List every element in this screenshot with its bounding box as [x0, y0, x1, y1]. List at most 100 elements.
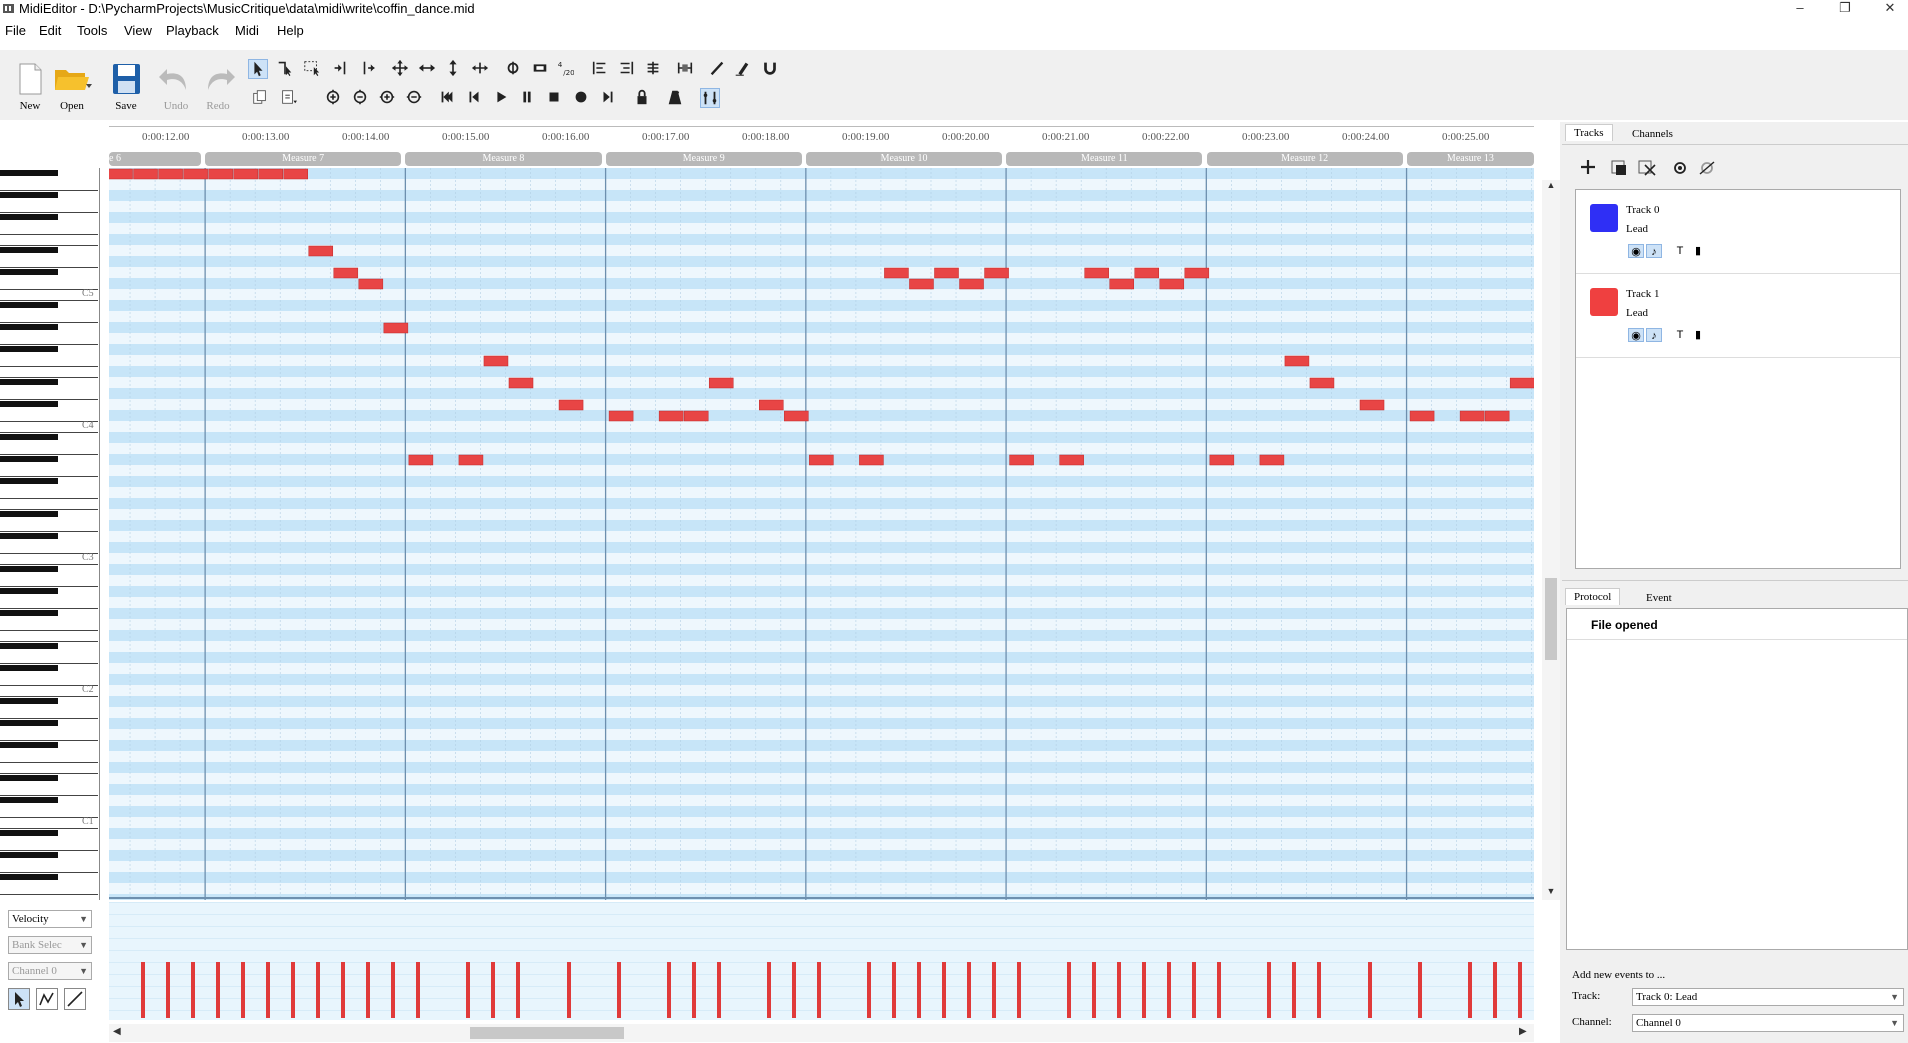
- tab-protocol[interactable]: Protocol: [1565, 588, 1621, 605]
- piano-white-key[interactable]: [0, 344, 98, 345]
- midi-note[interactable]: [1359, 399, 1385, 411]
- piano-white-key[interactable]: [0, 234, 98, 235]
- step-back-button[interactable]: [465, 88, 485, 108]
- move-vertical-button[interactable]: [444, 59, 464, 79]
- piano-black-key[interactable]: [0, 379, 58, 385]
- piano-black-key[interactable]: [0, 324, 58, 330]
- measure-label[interactable]: Measure 8: [405, 152, 602, 166]
- velocity-bar[interactable]: [1417, 962, 1422, 1018]
- velocity-bar[interactable]: [316, 962, 321, 1018]
- midi-note[interactable]: [1409, 410, 1435, 422]
- velocity-bar[interactable]: [216, 962, 221, 1018]
- minimize-button[interactable]: –: [1785, 0, 1815, 18]
- midi-note[interactable]: [984, 267, 1009, 279]
- midi-note[interactable]: [458, 454, 484, 466]
- midi-note[interactable]: [1309, 377, 1335, 389]
- measure-label[interactable]: Measure 10: [805, 152, 1003, 166]
- piano-black-key[interactable]: [0, 610, 58, 616]
- midi-note[interactable]: [408, 454, 434, 466]
- velocity-select-tool[interactable]: [8, 988, 30, 1010]
- piano-white-key[interactable]: [0, 399, 98, 400]
- play-button[interactable]: [492, 88, 512, 108]
- piano-black-key[interactable]: [0, 566, 58, 572]
- piano-white-key[interactable]: [0, 454, 98, 455]
- hide-tracks-button[interactable]: [1697, 157, 1717, 177]
- midi-note[interactable]: [258, 168, 283, 180]
- piano-black-key[interactable]: [0, 434, 58, 440]
- menu-view[interactable]: View: [124, 23, 152, 38]
- midi-note[interactable]: [1284, 355, 1310, 367]
- piano-white-key[interactable]: [0, 509, 98, 510]
- midi-note[interactable]: [1009, 454, 1034, 466]
- piano-black-key[interactable]: [0, 665, 58, 671]
- velocity-bar[interactable]: [967, 962, 972, 1018]
- magnet-button[interactable]: [761, 59, 781, 79]
- channel-select[interactable]: Channel 0 ▼: [8, 962, 92, 980]
- velocity-bar[interactable]: [791, 962, 796, 1018]
- piano-white-key[interactable]: [0, 432, 98, 433]
- piano-black-key[interactable]: [0, 775, 58, 781]
- piano-black-key[interactable]: [0, 456, 58, 462]
- piano-black-key[interactable]: [0, 742, 58, 748]
- piano-black-key[interactable]: [0, 852, 58, 858]
- horizontal-scrollbar[interactable]: ◀ ▶: [109, 1024, 1534, 1042]
- select-single-button[interactable]: [331, 59, 351, 79]
- pencil-button[interactable]: [708, 59, 728, 79]
- midi-note[interactable]: [608, 410, 634, 422]
- show-all-button[interactable]: [1610, 157, 1630, 177]
- piano-white-key[interactable]: [0, 762, 98, 763]
- tab-event[interactable]: Event: [1638, 590, 1680, 606]
- velocity-bar[interactable]: [366, 962, 371, 1018]
- visibility-eye-icon[interactable]: ◉: [1628, 244, 1644, 258]
- midi-note[interactable]: [1259, 454, 1285, 466]
- midi-note[interactable]: [1134, 267, 1160, 279]
- piano-black-key[interactable]: [0, 830, 58, 836]
- rename-icon[interactable]: T: [1672, 328, 1688, 342]
- velocity-bar[interactable]: [266, 962, 271, 1018]
- piano-white-key[interactable]: [0, 586, 98, 587]
- midi-note[interactable]: [1484, 410, 1510, 422]
- piano-white-key[interactable]: [0, 322, 98, 323]
- menu-file[interactable]: File: [5, 23, 26, 38]
- velocity-bar[interactable]: [941, 962, 946, 1018]
- piano-white-key[interactable]: [0, 850, 98, 851]
- velocity-bar[interactable]: [616, 962, 621, 1018]
- piano-white-key[interactable]: [0, 245, 98, 246]
- piano-black-key[interactable]: [0, 247, 58, 253]
- time-ruler[interactable]: 0:00:12.00 0:00:13.00 0:00:14.00 0:00:15.00…: [109, 126, 1534, 150]
- velocity-freehand-tool[interactable]: [36, 988, 58, 1010]
- speaker-icon[interactable]: ♪: [1646, 328, 1662, 342]
- midi-note[interactable]: [333, 267, 359, 279]
- align-left-button[interactable]: [591, 59, 611, 79]
- midi-note[interactable]: [1159, 278, 1185, 290]
- piano-white-key[interactable]: [0, 608, 98, 609]
- velocity-editor[interactable]: [109, 902, 1534, 1020]
- mute-all-button[interactable]: [1637, 157, 1657, 177]
- measure-label[interactable]: Measure 11: [1006, 152, 1203, 166]
- velocity-bar[interactable]: [516, 962, 521, 1018]
- piano-black-key[interactable]: [0, 874, 58, 880]
- midi-note[interactable]: [683, 410, 709, 422]
- piano-black-key[interactable]: [0, 698, 58, 704]
- move-all-button[interactable]: [391, 59, 411, 79]
- midi-note[interactable]: [508, 377, 534, 389]
- piano-roll-grid[interactable]: [109, 168, 1534, 900]
- add-track-select[interactable]: Track 0: Lead ▼: [1632, 988, 1904, 1006]
- measure-label[interactable]: Measure 13: [1406, 152, 1534, 166]
- menu-help[interactable]: Help: [277, 23, 304, 38]
- menu-midi[interactable]: Midi: [235, 23, 259, 38]
- midi-note[interactable]: [1109, 278, 1134, 290]
- piano-white-key[interactable]: [0, 872, 98, 873]
- piano-white-key[interactable]: [0, 377, 98, 378]
- velocity-bar[interactable]: [466, 962, 471, 1018]
- zoom-in-horizontal-button[interactable]: [378, 88, 398, 108]
- midi-note[interactable]: [809, 454, 834, 466]
- zoom-out-vertical-button[interactable]: [351, 88, 371, 108]
- velocity-bar[interactable]: [1067, 962, 1072, 1018]
- midi-note[interactable]: [1084, 267, 1109, 279]
- measure-label[interactable]: Measure 7: [205, 152, 402, 166]
- piano-black-key[interactable]: [0, 588, 58, 594]
- redo-button[interactable]: Redo: [198, 60, 238, 114]
- new-button[interactable]: New: [10, 60, 50, 114]
- piano-black-key[interactable]: [0, 192, 58, 198]
